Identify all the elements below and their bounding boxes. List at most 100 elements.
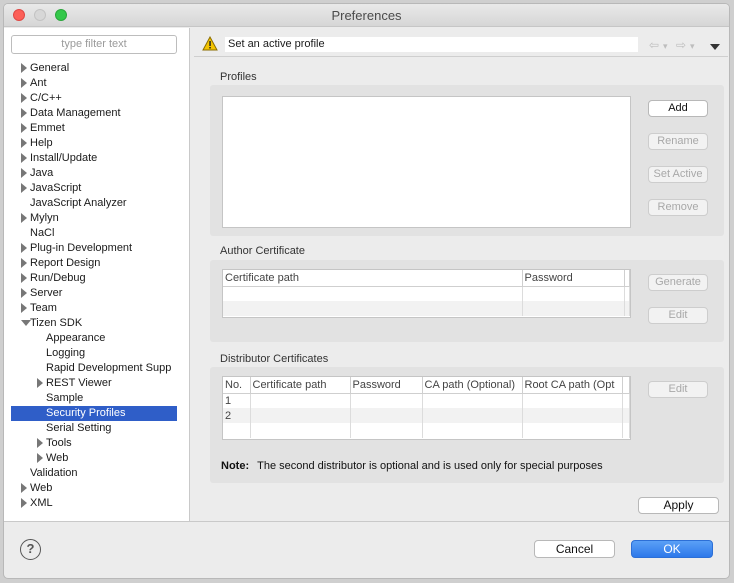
add-profile-button[interactable]: Add	[648, 100, 708, 117]
collapsed-arrow-icon[interactable]	[21, 213, 27, 223]
table-row[interactable]	[223, 301, 630, 316]
collapsed-arrow-icon[interactable]	[21, 93, 27, 103]
column-header-filler	[622, 377, 630, 394]
rename-profile-button[interactable]: Rename	[648, 133, 708, 150]
help-icon[interactable]: ?	[20, 539, 41, 560]
tree-item[interactable]: Web	[4, 451, 190, 466]
collapsed-arrow-icon[interactable]	[37, 453, 43, 463]
edit-distributor-certificate-button[interactable]: Edit	[648, 381, 708, 398]
collapsed-arrow-icon[interactable]	[21, 108, 27, 118]
tree-item[interactable]: Data Management	[4, 106, 190, 121]
column-header-root-ca-path[interactable]: Root CA path (Opt	[522, 377, 623, 394]
collapsed-arrow-icon[interactable]	[21, 138, 27, 148]
tree-item[interactable]: Tizen SDK	[4, 316, 190, 331]
collapsed-arrow-icon[interactable]	[21, 273, 27, 283]
table-row[interactable]: 2	[223, 408, 630, 423]
tree-item-label: REST Viewer	[46, 377, 112, 389]
column-header-ca-path[interactable]: CA path (Optional)	[422, 377, 523, 394]
title-bar[interactable]: Preferences	[4, 4, 729, 27]
tree-item[interactable]: Plug-in Development	[4, 241, 190, 256]
column-header-number[interactable]: No.	[223, 377, 251, 394]
collapsed-arrow-icon[interactable]	[21, 123, 27, 133]
table-row[interactable]	[223, 423, 630, 438]
window-title: Preferences	[331, 8, 402, 23]
apply-button[interactable]: Apply	[638, 497, 719, 514]
distributor-note: Note: The second distributor is optional …	[221, 460, 603, 472]
tree-item[interactable]: XML	[4, 496, 190, 511]
warning-icon	[202, 36, 218, 51]
table-row[interactable]: 1	[223, 393, 630, 408]
tree-item[interactable]: Rapid Development Supp	[4, 361, 190, 376]
collapsed-arrow-icon[interactable]	[21, 258, 27, 268]
tree-item[interactable]: C/C++	[4, 91, 190, 106]
ok-button[interactable]: OK	[631, 540, 713, 558]
column-header-password[interactable]: Password	[522, 270, 625, 287]
collapsed-arrow-icon[interactable]	[21, 243, 27, 253]
message-text: Set an active profile	[225, 37, 638, 52]
preferences-window: Preferences type filter text General Ant C…	[3, 3, 730, 579]
tree-item[interactable]: Report Design	[4, 256, 190, 271]
tree-item-label: Install/Update	[30, 152, 98, 164]
distributor-certificates-table[interactable]: No. Certificate path Password CA path (O…	[222, 376, 631, 440]
tree-item[interactable]: Team	[4, 301, 190, 316]
forward-arrow-icon[interactable]: ⇨	[676, 38, 686, 52]
tree-item[interactable]: General	[4, 61, 190, 76]
tree-item[interactable]: Mylyn	[4, 211, 190, 226]
tree-item-label: Server	[30, 287, 63, 299]
cancel-button[interactable]: Cancel	[534, 540, 615, 558]
tree-item-label: Web	[30, 482, 53, 494]
tree-item[interactable]: Java	[4, 166, 190, 181]
column-header-certificate-path[interactable]: Certificate path	[223, 270, 523, 287]
tree-item[interactable]: REST Viewer	[4, 376, 190, 391]
collapsed-arrow-icon[interactable]	[21, 153, 27, 163]
collapsed-arrow-icon[interactable]	[21, 498, 27, 508]
filter-input[interactable]: type filter text	[11, 35, 177, 54]
collapsed-arrow-icon[interactable]	[21, 483, 27, 493]
collapsed-arrow-icon[interactable]	[21, 303, 27, 313]
back-dropdown-icon[interactable]: ▾	[663, 41, 668, 52]
tree-item[interactable]: Web	[4, 481, 190, 496]
tree-item[interactable]: Sample	[4, 391, 190, 406]
tree-item-label: C/C++	[30, 92, 62, 104]
row-number: 2	[223, 408, 251, 423]
tree-item[interactable]: Install/Update	[4, 151, 190, 166]
tree-item[interactable]: Help	[4, 136, 190, 151]
note-text: The second distributor is optional and i…	[257, 460, 603, 472]
set-active-profile-button[interactable]: Set Active	[648, 166, 708, 183]
collapsed-arrow-icon[interactable]	[21, 63, 27, 73]
forward-dropdown-icon[interactable]: ▾	[690, 41, 695, 52]
column-header-certificate-path[interactable]: Certificate path	[250, 377, 351, 394]
table-row[interactable]	[223, 286, 630, 301]
collapsed-arrow-icon[interactable]	[37, 378, 43, 388]
author-certificate-table[interactable]: Certificate path Password	[222, 269, 631, 318]
tree-item[interactable]: Emmet	[4, 121, 190, 136]
tree-item[interactable]: Run/Debug	[4, 271, 190, 286]
tree-item[interactable]: Security Profiles	[11, 406, 177, 421]
tree-item[interactable]: Tools	[4, 436, 190, 451]
tree-item[interactable]: JavaScript	[4, 181, 190, 196]
collapsed-arrow-icon[interactable]	[21, 288, 27, 298]
tree-item-label: General	[30, 62, 70, 74]
profiles-title: Profiles	[220, 71, 257, 83]
column-header-password[interactable]: Password	[350, 377, 423, 394]
collapsed-arrow-icon[interactable]	[37, 438, 43, 448]
remove-profile-button[interactable]: Remove	[648, 199, 708, 216]
collapsed-arrow-icon[interactable]	[21, 78, 27, 88]
collapsed-arrow-icon[interactable]	[21, 183, 27, 193]
tree-item[interactable]: NaCl	[4, 226, 190, 241]
tree-item[interactable]: Appearance	[4, 331, 190, 346]
generate-certificate-button[interactable]: Generate	[648, 274, 708, 291]
view-menu-icon[interactable]	[710, 44, 720, 50]
tree-item[interactable]: Ant	[4, 76, 190, 91]
back-arrow-icon[interactable]: ⇦	[649, 38, 659, 52]
tree-item[interactable]: Serial Setting	[4, 421, 190, 436]
collapsed-arrow-icon[interactable]	[21, 168, 27, 178]
tree-item[interactable]: JavaScript Analyzer	[4, 196, 190, 211]
tree-item[interactable]: Server	[4, 286, 190, 301]
tree-item[interactable]: Validation	[4, 466, 190, 481]
profiles-list[interactable]	[222, 96, 631, 228]
tree-item-label: Tools	[46, 437, 72, 449]
tree-item[interactable]: Logging	[4, 346, 190, 361]
edit-author-certificate-button[interactable]: Edit	[648, 307, 708, 324]
tree-item-label: JavaScript	[30, 182, 82, 194]
